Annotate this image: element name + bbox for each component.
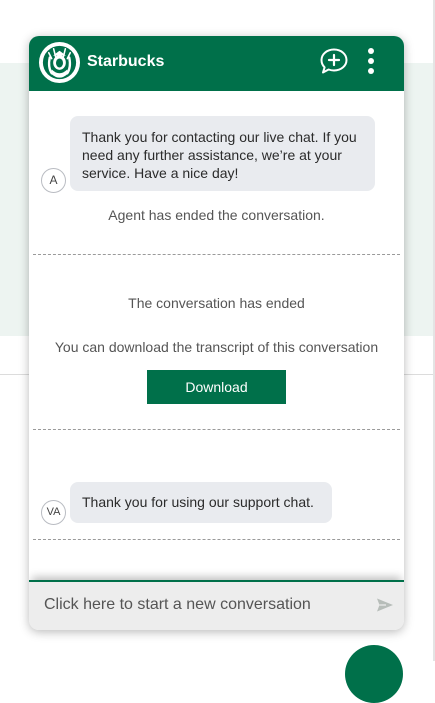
transcript-note: You can download the transcript of this … — [54, 339, 379, 355]
chat-launcher-button[interactable] — [345, 645, 403, 703]
agent-avatar: A — [41, 168, 66, 193]
dashed-divider — [33, 429, 400, 430]
bot-message-bubble: Thank you for using our support chat. — [70, 482, 332, 523]
agent-message-bubble: Thank you for contacting our live chat. … — [70, 116, 375, 191]
new-chat-icon[interactable] — [319, 47, 349, 75]
agent-ended-notice: Agent has ended the conversation. — [108, 207, 325, 223]
conversation-ended-notice: The conversation has ended — [128, 295, 305, 311]
new-conversation-input[interactable]: Click here to start a new conversation — [44, 596, 311, 614]
chat-header: Starbucks — [29, 36, 404, 91]
dashed-divider — [33, 254, 400, 255]
chat-widget: Starbucks Thank you for contacting our l… — [29, 36, 404, 630]
starbucks-siren-logo — [38, 41, 81, 84]
new-conversation-composer[interactable]: Click here to start a new conversation — [29, 580, 404, 630]
dashed-divider — [33, 539, 400, 540]
send-arrow-icon[interactable] — [376, 597, 394, 613]
download-transcript-button[interactable]: Download — [147, 370, 286, 404]
more-vertical-icon[interactable] — [361, 46, 381, 76]
brand-name: Starbucks — [87, 53, 165, 70]
bot-avatar: VA — [41, 500, 66, 525]
